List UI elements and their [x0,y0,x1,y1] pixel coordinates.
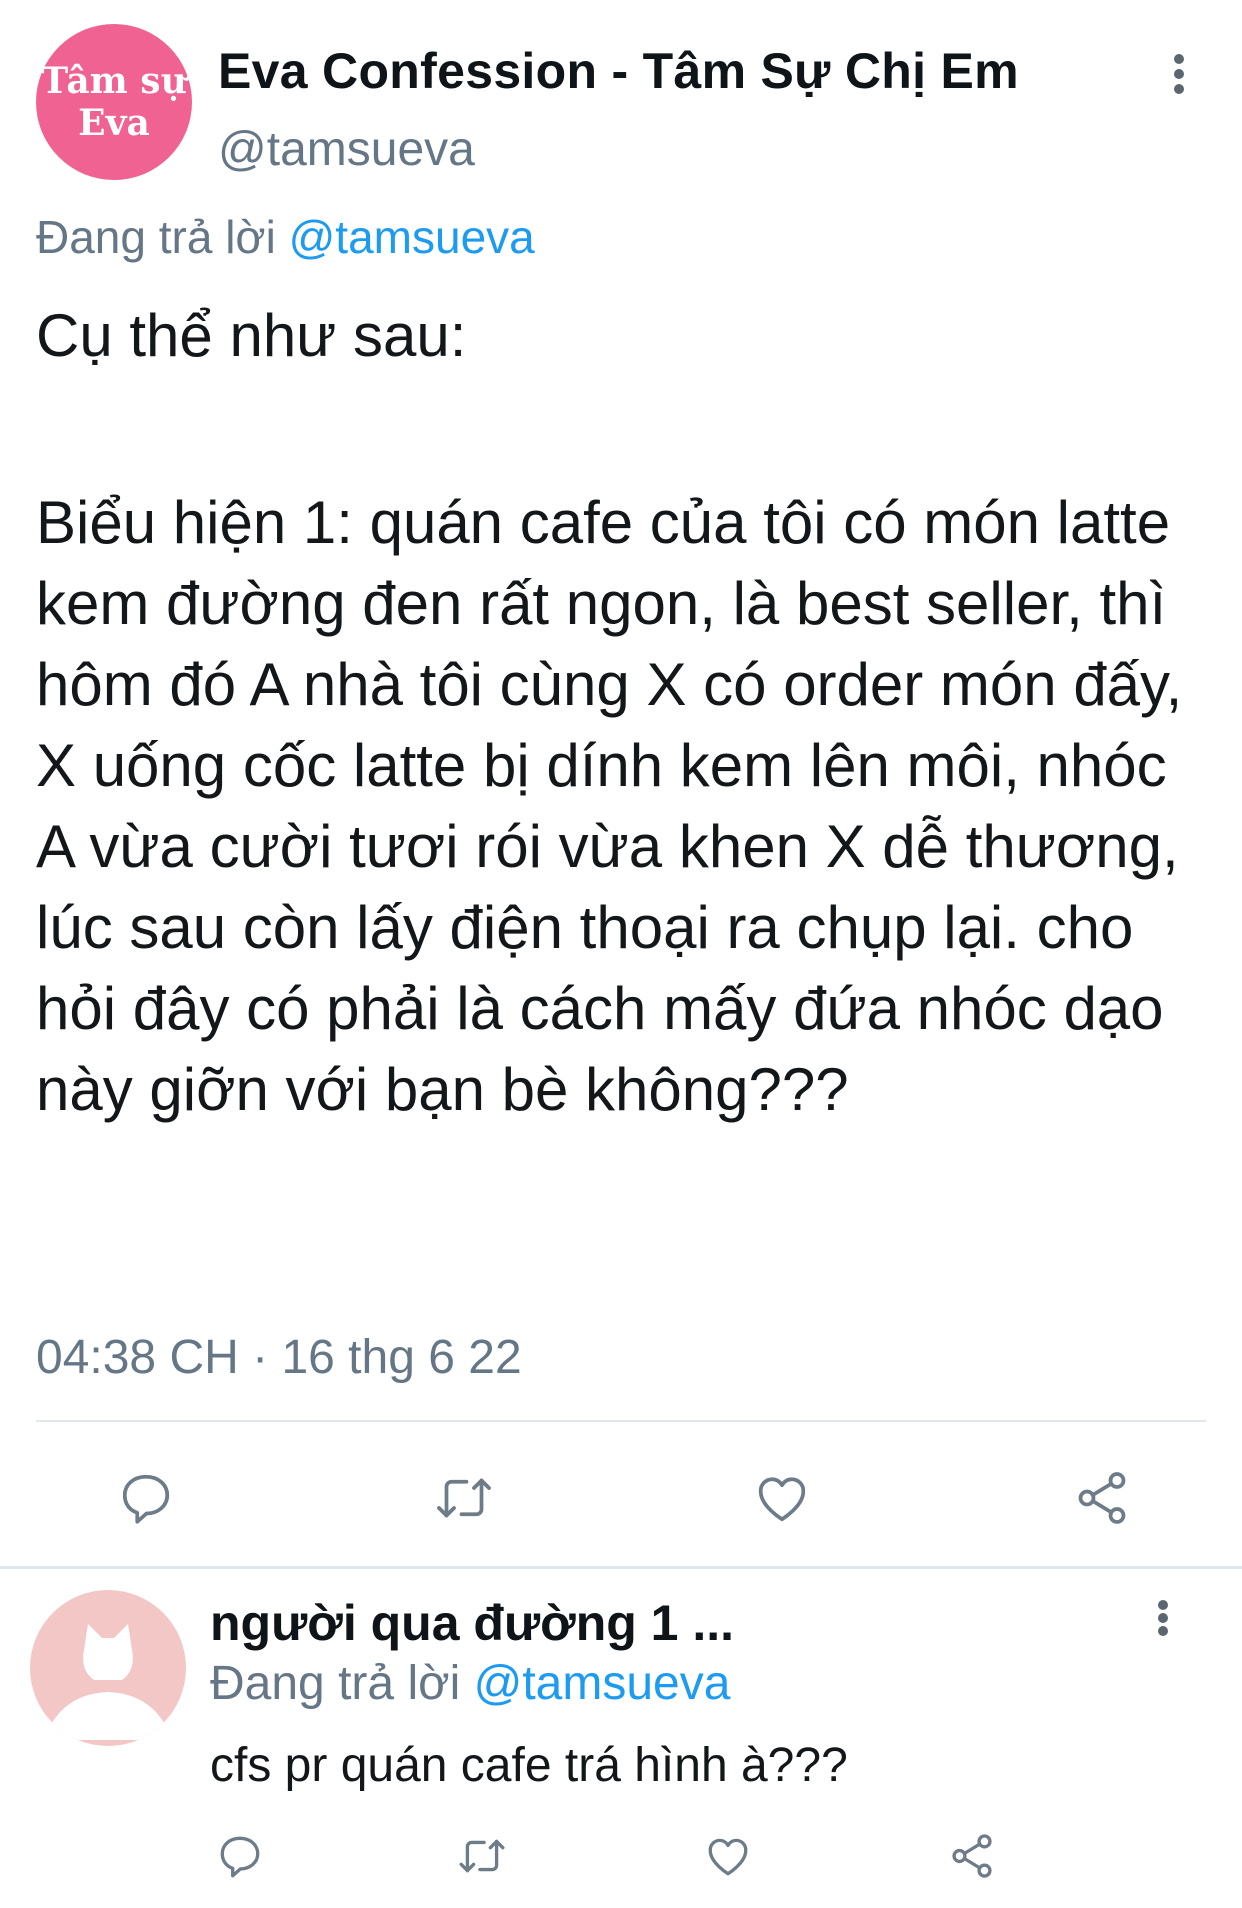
reply-replying-prefix: Đang trả lời [210,1657,461,1710]
user-handle[interactable]: @tamsueva [218,122,475,177]
reply-replying-to-mention[interactable]: @tamsueva [474,1657,731,1710]
retweet-icon[interactable] [452,1826,512,1886]
more-vertical-icon[interactable] [1156,1600,1170,1636]
display-name[interactable]: Eva Confession - Tâm Sự Chị Em [218,42,1019,100]
share-icon[interactable] [1066,1458,1138,1538]
avatar-logo-text-line2: Eva [78,102,150,144]
replying-to-mention[interactable]: @tamsueva [289,211,535,263]
more-vertical-icon[interactable] [1172,54,1186,94]
default-avatar-icon[interactable] [30,1590,186,1746]
replying-to-line: Đang trả lời @tamsueva [36,210,535,264]
share-icon[interactable] [944,1826,1000,1886]
retweet-icon[interactable] [428,1458,500,1538]
tweet-text: Cụ thể như sau: Biểu hiện 1: quán cafe c… [36,295,1206,1130]
divider [36,1420,1206,1422]
tweet-paragraph-2: Biểu hiện 1: quán cafe của tôi có món la… [36,489,1183,1123]
tweet-detail-screen: Tâm sự Eva Eva Confession - Tâm Sự Chị E… [0,0,1242,1908]
tweet-actions-bar [0,1458,1242,1538]
tweet-timestamp[interactable]: 04:38 CH · 16 thg 6 22 [36,1330,522,1385]
reply-actions-bar [0,1826,1242,1896]
replying-prefix: Đang trả lời [36,211,276,263]
reply-replying-to-line: Đang trả lời @tamsueva [210,1656,730,1711]
reply-text: cfs pr quán cafe trá hình à??? [210,1739,848,1792]
reply-display-name[interactable]: người qua đường 1 ... [210,1594,734,1652]
tweet-paragraph-1: Cụ thể như sau: [36,302,467,369]
like-icon[interactable] [700,1826,756,1886]
reply-icon[interactable] [212,1826,268,1886]
avatar[interactable]: Tâm sự Eva [36,24,192,180]
reply-icon[interactable] [110,1458,182,1538]
like-icon[interactable] [746,1458,818,1538]
avatar-logo-text-line1: Tâm sự [41,60,187,102]
section-divider [0,1566,1242,1569]
